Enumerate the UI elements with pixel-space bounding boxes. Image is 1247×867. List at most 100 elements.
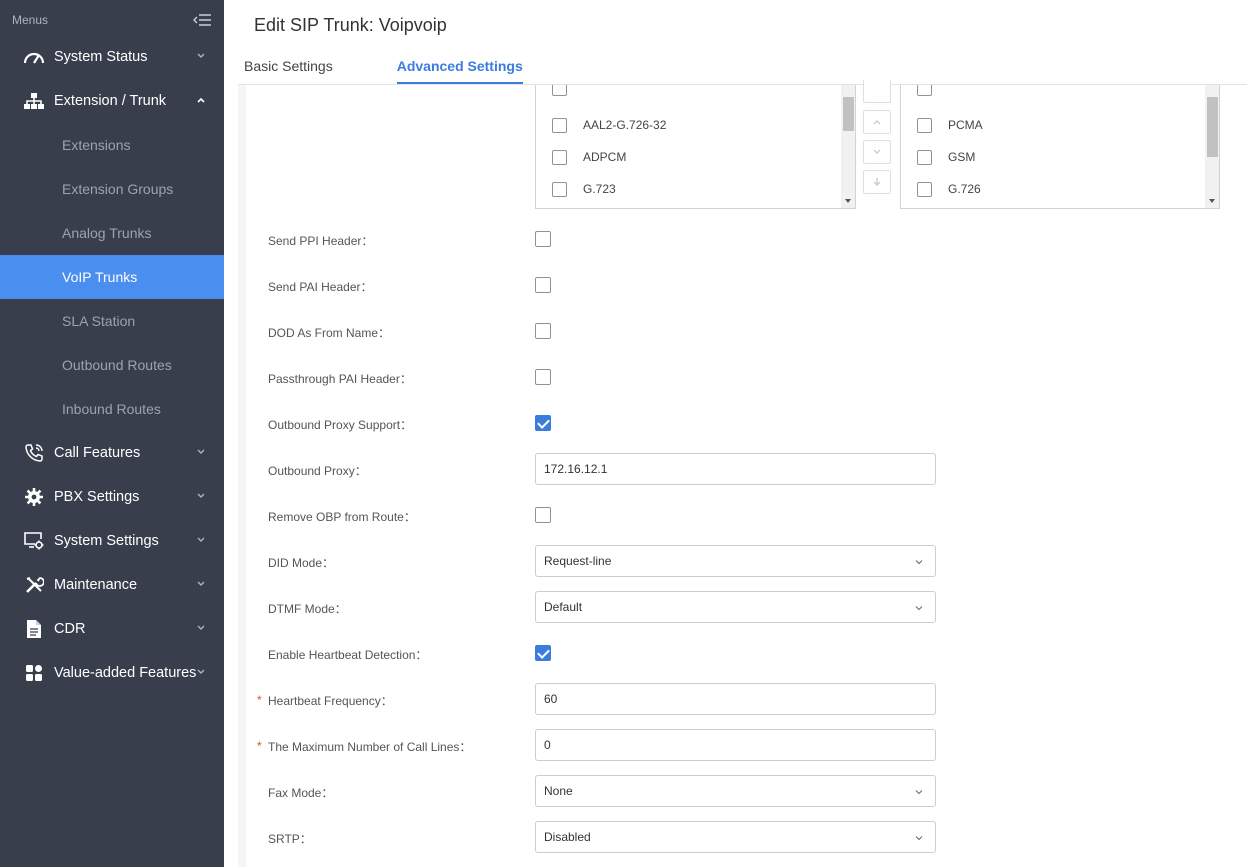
form-row-send-pai-header: Send PAI Header： bbox=[224, 269, 1247, 301]
did-mode-select[interactable]: Request-line bbox=[535, 545, 936, 577]
scroll-down-arrow-icon[interactable] bbox=[1209, 199, 1215, 203]
sidebar-item-extension-trunk[interactable]: Extension / Trunk bbox=[0, 79, 224, 123]
codec-checkbox[interactable] bbox=[917, 117, 932, 133]
move-down-button[interactable] bbox=[863, 170, 891, 194]
tab-advanced-settings[interactable]: Advanced Settings bbox=[396, 58, 523, 84]
available-codecs-scrollbar[interactable] bbox=[841, 85, 855, 208]
list-item[interactable]: PCMA bbox=[917, 115, 983, 135]
codec-label: GSM bbox=[948, 150, 976, 164]
sidebar-subitem-extensions[interactable]: Extensions bbox=[0, 123, 224, 167]
list-item[interactable] bbox=[917, 85, 948, 105]
remove-obp-from-route-label: Remove OBP from Route： bbox=[268, 510, 416, 524]
sidebar-item-system-settings[interactable]: System Settings bbox=[0, 519, 224, 563]
codec-checkbox[interactable] bbox=[917, 85, 932, 96]
form-row-did-mode: DID Mode： Request-line bbox=[224, 545, 1247, 577]
tools-icon bbox=[22, 575, 46, 595]
list-item[interactable]: AAL2-G.726-32 bbox=[552, 115, 666, 135]
chevron-down-icon bbox=[915, 606, 923, 611]
scrollbar-thumb[interactable] bbox=[843, 97, 854, 131]
form-row-dtmf-mode: DTMF Mode： Default bbox=[224, 591, 1247, 623]
max-call-lines-input[interactable]: 0 bbox=[535, 729, 936, 761]
sidebar-subitem-extension-groups[interactable]: Extension Groups bbox=[0, 167, 224, 211]
codec-checkbox[interactable] bbox=[917, 181, 932, 197]
sidebar-item-label: PBX Settings bbox=[54, 489, 140, 505]
sidebar-item-label: System Status bbox=[54, 49, 148, 65]
scroll-down-arrow-icon[interactable] bbox=[845, 199, 851, 203]
form-row-enable-heartbeat-detection: Enable Heartbeat Detection： bbox=[224, 637, 1247, 669]
chevron-down-icon bbox=[197, 625, 205, 630]
remove-obp-from-route-checkbox[interactable] bbox=[535, 507, 551, 523]
codec-checkbox[interactable] bbox=[552, 181, 567, 197]
chevron-up-icon bbox=[873, 120, 881, 125]
enable-heartbeat-detection-checkbox[interactable] bbox=[535, 645, 551, 661]
chevron-down-icon bbox=[197, 493, 205, 498]
passthrough-pai-header-checkbox[interactable] bbox=[535, 369, 551, 385]
form-row-heartbeat-frequency: * Heartbeat Frequency： 60 bbox=[224, 683, 1247, 715]
grid-icon bbox=[22, 663, 46, 683]
scrollbar-thumb[interactable] bbox=[1207, 97, 1218, 157]
sidebar-item-maintenance[interactable]: Maintenance bbox=[0, 563, 224, 607]
codec-checkbox[interactable] bbox=[917, 149, 932, 165]
codec-label: PCMA bbox=[948, 118, 983, 132]
send-pai-header-checkbox[interactable] bbox=[535, 277, 551, 293]
tab-basic-settings[interactable]: Basic Settings bbox=[244, 58, 333, 84]
outbound-proxy-support-label: Outbound Proxy Support： bbox=[268, 418, 413, 432]
chevron-down-icon bbox=[915, 836, 923, 841]
form-row-outbound-proxy-support: Outbound Proxy Support： bbox=[224, 407, 1247, 439]
heartbeat-frequency-input[interactable]: 60 bbox=[535, 683, 936, 715]
selected-codecs-scrollbar[interactable] bbox=[1205, 85, 1219, 208]
sidebar-subitem-outbound-routes[interactable]: Outbound Routes bbox=[0, 343, 224, 387]
sidebar-item-system-status[interactable]: System Status bbox=[0, 35, 224, 79]
list-item[interactable]: GSM bbox=[917, 147, 975, 167]
main-content: Edit SIP Trunk: Voipvoip Basic Settings … bbox=[224, 0, 1247, 867]
max-call-lines-label: The Maximum Number of Call Lines： bbox=[268, 740, 472, 754]
sidebar-item-cdr[interactable]: CDR bbox=[0, 607, 224, 651]
document-icon bbox=[22, 619, 46, 639]
codec-label: AAL2-G.726-32 bbox=[583, 118, 667, 132]
sidebar-item-label: Extension / Trunk bbox=[54, 93, 167, 109]
sidebar-item-value-added-features[interactable]: Value-added Features bbox=[0, 651, 224, 695]
codec-checkbox[interactable] bbox=[552, 149, 567, 165]
move-right-button[interactable] bbox=[863, 79, 891, 103]
sidebar-item-label: System Settings bbox=[54, 533, 159, 549]
list-item[interactable]: G.726 bbox=[917, 179, 981, 199]
outbound-proxy-support-checkbox[interactable] bbox=[535, 415, 551, 431]
passthrough-pai-header-label: Passthrough PAI Header： bbox=[268, 372, 412, 386]
codec-checkbox[interactable] bbox=[552, 85, 567, 96]
form-row-fax-mode: Fax Mode： None bbox=[224, 775, 1247, 807]
available-codecs-list[interactable]: AAL2-G.726-32 ADPCM G.723 bbox=[535, 85, 856, 209]
sidebar-item-label: Maintenance bbox=[54, 577, 138, 593]
sidebar-item-call-features[interactable]: Call Features bbox=[0, 431, 224, 475]
sidebar-subitem-analog-trunks[interactable]: Analog Trunks bbox=[0, 211, 224, 255]
selected-codecs-list[interactable]: PCMA GSM G.726 bbox=[900, 85, 1220, 209]
chevron-down-icon bbox=[197, 537, 205, 542]
dod-as-from-name-checkbox[interactable] bbox=[535, 323, 551, 339]
gear-icon bbox=[22, 487, 46, 507]
form-row-max-call-lines: * The Maximum Number of Call Lines： 0 bbox=[224, 729, 1247, 761]
srtp-select[interactable]: Disabled bbox=[535, 821, 936, 853]
sidebar-subitem-inbound-routes[interactable]: Inbound Routes bbox=[0, 387, 224, 431]
page-title: Edit SIP Trunk: Voipvoip bbox=[254, 15, 447, 35]
collapse-menu-icon[interactable] bbox=[192, 13, 212, 27]
sidebar-item-pbx-settings[interactable]: PBX Settings bbox=[0, 475, 224, 519]
chevron-down-icon bbox=[873, 149, 881, 154]
sidebar-subitem-sla-station[interactable]: SLA Station bbox=[0, 299, 224, 343]
send-ppi-header-checkbox[interactable] bbox=[535, 231, 551, 247]
arrow-down-icon bbox=[873, 178, 881, 186]
move-bottom-button[interactable] bbox=[863, 140, 891, 164]
fax-mode-select[interactable]: None bbox=[535, 775, 936, 807]
outbound-proxy-input[interactable]: 172.16.12.1 bbox=[535, 453, 936, 485]
did-mode-label: DID Mode： bbox=[268, 556, 335, 570]
enable-heartbeat-detection-label: Enable Heartbeat Detection： bbox=[268, 648, 428, 662]
codec-label: G.723 bbox=[583, 182, 616, 196]
form-row-dod-as-from-name: DOD As From Name： bbox=[224, 315, 1247, 347]
sidebar-subitem-voip-trunks[interactable]: VoIP Trunks bbox=[0, 255, 224, 299]
dtmf-mode-select[interactable]: Default bbox=[535, 591, 936, 623]
move-top-button[interactable] bbox=[863, 110, 891, 134]
codec-label: G.726 bbox=[948, 182, 981, 196]
sidebar-item-label: Call Features bbox=[54, 445, 141, 461]
codec-checkbox[interactable] bbox=[552, 117, 567, 133]
list-item[interactable] bbox=[552, 85, 583, 105]
list-item[interactable]: G.723 bbox=[552, 179, 616, 199]
list-item[interactable]: ADPCM bbox=[552, 147, 626, 167]
